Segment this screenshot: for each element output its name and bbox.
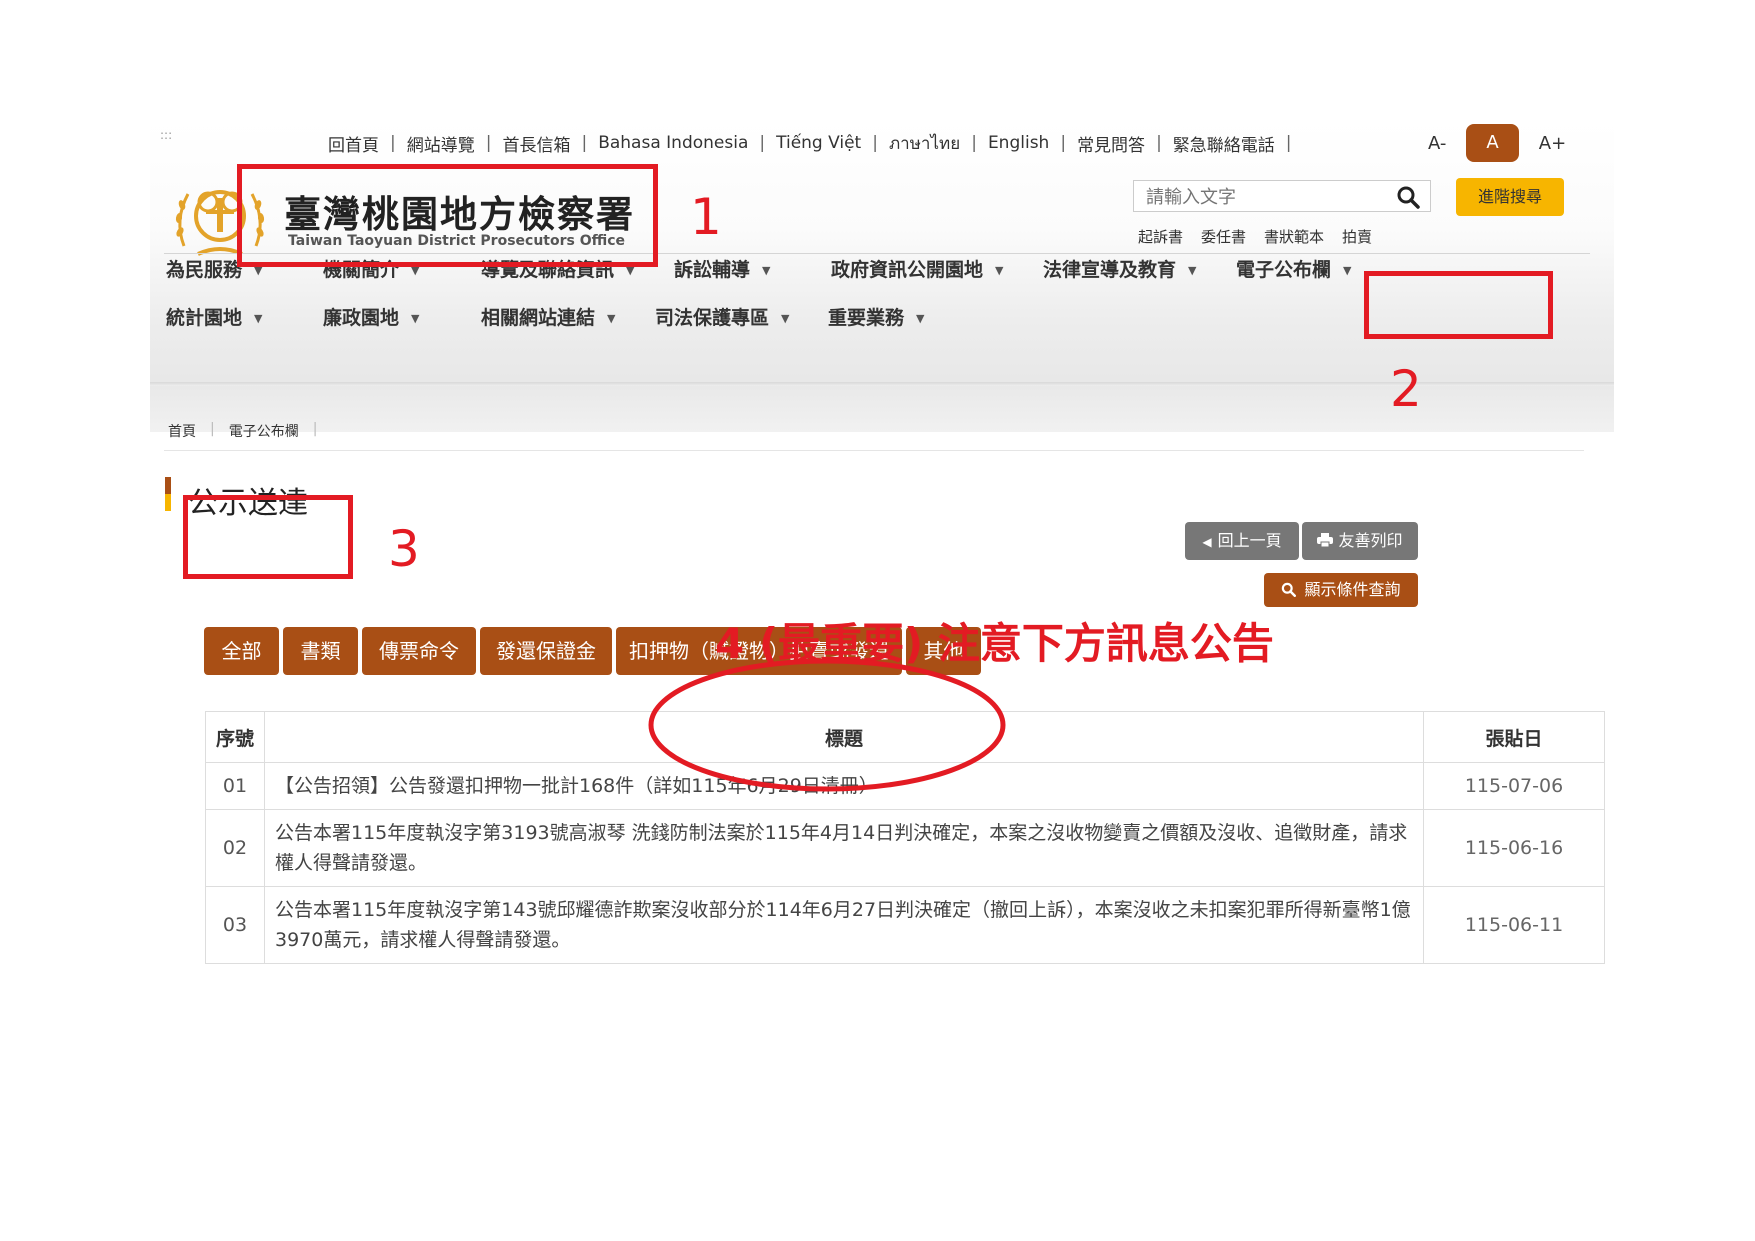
breadcrumb-divider xyxy=(164,450,1584,451)
top-links: 回首頁 | 網站導覽 | 首長信箱 | Bahasa Indonesia | Tiếng… xyxy=(328,130,1303,157)
search-box xyxy=(1133,180,1431,212)
link-thai[interactable]: ภาษาไทย xyxy=(889,130,960,157)
hot-keyword[interactable]: 起訴書 xyxy=(1138,226,1183,247)
row-number: 01 xyxy=(205,762,265,810)
link-director-mailbox[interactable]: 首長信箱 xyxy=(502,131,570,156)
breadcrumb: 首頁 | 電子公布欄 | xyxy=(168,421,318,441)
nav-item-legal-education[interactable]: 法律宣導及教育 ▼ xyxy=(1043,255,1196,282)
back-button[interactable]: ◀ 回上一頁 xyxy=(1185,522,1299,560)
show-query-button[interactable]: 顯示條件查詢 xyxy=(1264,573,1418,607)
row-title-link[interactable]: 公告本署115年度執沒字第3193號高淑琴 洗錢防制法案於115年4月14日判決… xyxy=(264,809,1424,887)
hot-keyword[interactable]: 委任書 xyxy=(1201,226,1246,247)
row-title-link[interactable]: 公告本署115年度執沒字第143號邱耀德詐欺案沒收部分於114年6月27日判決確… xyxy=(264,886,1424,964)
caret-down-icon: ▼ xyxy=(916,312,925,325)
annotation-box-site-title xyxy=(237,164,658,267)
tab-documents[interactable]: 書類 xyxy=(283,627,358,675)
nav-item-integrity[interactable]: 廉政園地 ▼ xyxy=(323,303,419,330)
row-number: 03 xyxy=(205,886,265,964)
breadcrumb-home[interactable]: 首頁 xyxy=(168,421,196,441)
caret-down-icon: ▼ xyxy=(1188,264,1197,277)
hot-keyword[interactable]: 書狀範本 xyxy=(1264,226,1324,247)
annotation-box-page-title xyxy=(183,495,353,579)
nav-item-e-bulletin[interactable]: 電子公布欄 ▼ xyxy=(1236,255,1351,282)
row-date: 115-07-06 xyxy=(1423,762,1605,810)
caret-down-icon: ▼ xyxy=(254,312,263,325)
row-number: 02 xyxy=(205,809,265,887)
search-icon[interactable] xyxy=(1396,185,1420,209)
caret-down-icon: ▼ xyxy=(995,264,1004,277)
caret-down-icon: ▼ xyxy=(1343,264,1352,277)
printer-icon xyxy=(1317,533,1334,548)
annotation-number-2: 2 xyxy=(1390,360,1422,418)
nav-item-statistics[interactable]: 統計園地 ▼ xyxy=(166,303,262,330)
tab-bail-refund[interactable]: 發還保證金 xyxy=(480,627,612,675)
hot-keywords: 起訴書 委任書 書狀範本 拍賣 xyxy=(1138,226,1372,247)
font-medium-button[interactable]: A xyxy=(1466,124,1519,162)
row-date: 115-06-11 xyxy=(1423,886,1605,964)
search-icon xyxy=(1282,582,1297,597)
print-button[interactable]: 友善列印 xyxy=(1302,522,1418,560)
search-input[interactable] xyxy=(1144,182,1378,212)
nav-item-litigation-guidance[interactable]: 訴訟輔導 ▼ xyxy=(674,255,770,282)
caret-down-icon: ▼ xyxy=(781,312,790,325)
table-row[interactable]: 02 公告本署115年度執沒字第3193號高淑琴 洗錢防制法案於115年4月14… xyxy=(205,809,1605,887)
annotation-number-1: 1 xyxy=(690,188,722,246)
annotation-box-e-bulletin xyxy=(1364,271,1553,339)
link-faq[interactable]: 常見問答 xyxy=(1077,131,1145,156)
font-small-button[interactable]: A- xyxy=(1412,133,1462,154)
table-row[interactable]: 03 公告本署115年度執沒字第143號邱耀德詐欺案沒收部分於114年6月27日… xyxy=(205,886,1605,964)
font-large-button[interactable]: A+ xyxy=(1523,133,1582,154)
caret-down-icon: ▼ xyxy=(411,312,420,325)
font-size-switcher: A- A A+ xyxy=(1412,124,1582,162)
annotation-ellipse xyxy=(648,658,1006,792)
annotation-number-3: 3 xyxy=(388,520,420,578)
nav-item-key-business[interactable]: 重要業務 ▼ xyxy=(828,303,924,330)
row-date: 115-06-16 xyxy=(1423,809,1605,887)
link-vietnamese[interactable]: Tiếng Việt xyxy=(776,133,861,153)
tab-all[interactable]: 全部 xyxy=(204,627,279,675)
accesskey-marker[interactable]: ::: xyxy=(160,128,172,142)
hot-keyword[interactable]: 拍賣 xyxy=(1342,226,1372,247)
tab-summons[interactable]: 傳票命令 xyxy=(362,627,476,675)
breadcrumb-e-bulletin[interactable]: 電子公布欄 xyxy=(229,421,299,441)
advanced-search-button[interactable]: 進階搜尋 xyxy=(1456,178,1564,216)
link-emergency-phone[interactable]: 緊急聯絡電話 xyxy=(1173,131,1275,156)
link-sitemap[interactable]: 網站導覽 xyxy=(407,131,475,156)
nav-item-gov-info[interactable]: 政府資訊公開園地 ▼ xyxy=(831,255,1003,282)
link-indonesian[interactable]: Bahasa Indonesia xyxy=(598,133,748,153)
caret-down-icon: ▼ xyxy=(607,312,616,325)
column-header-date: 張貼日 xyxy=(1423,711,1605,763)
caret-down-icon: ▼ xyxy=(762,264,771,277)
column-header-no: 序號 xyxy=(205,711,265,763)
link-english[interactable]: English xyxy=(988,133,1049,153)
nav-item-judicial-protection[interactable]: 司法保護專區 ▼ xyxy=(655,303,789,330)
title-accent-bar xyxy=(165,477,171,511)
nav-item-related-links[interactable]: 相關網站連結 ▼ xyxy=(481,303,615,330)
triangle-left-icon: ◀ xyxy=(1202,535,1212,549)
link-home[interactable]: 回首頁 xyxy=(328,131,379,156)
